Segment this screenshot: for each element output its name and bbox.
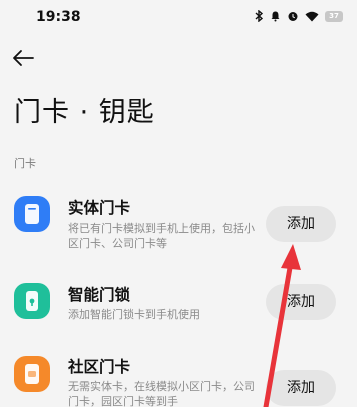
list-item-community-card[interactable]: 社区门卡 无需实体卡，在线模拟小区门卡，公司门卡，园区门卡等到手 添加 (0, 352, 357, 407)
page-title: 门卡 · 钥匙 (14, 97, 155, 128)
section-label: 门卡 (14, 157, 36, 170)
wifi-icon (305, 11, 319, 22)
list-item-smart-lock[interactable]: 智能门锁 添加智能门锁卡到手机使用 添加 (0, 280, 357, 330)
card-icon (14, 196, 50, 232)
item-description: 无需实体卡，在线模拟小区门卡，公司门卡，园区门卡等到手 (68, 380, 255, 407)
mute-icon (270, 10, 281, 22)
add-button[interactable]: 添加 (266, 206, 336, 242)
status-bar: 19:38 37 (0, 0, 357, 34)
status-time: 19:38 (36, 9, 81, 25)
add-button[interactable]: 添加 (266, 370, 336, 406)
battery-icon: 37 (325, 10, 343, 22)
status-icons: 37 (255, 10, 343, 22)
door-card-key-screen: 19:38 37 门卡 · 钥匙 门卡 实体门卡 将已有门卡模拟到手机上使用，包… (0, 0, 357, 407)
item-description: 添加智能门锁卡到手机使用 (68, 308, 200, 321)
community-card-icon (14, 356, 50, 392)
back-arrow-icon[interactable] (10, 44, 38, 72)
list-item-physical-card[interactable]: 实体门卡 将已有门卡模拟到手机上使用，包括小区门卡、公司门卡等 添加 (0, 190, 357, 260)
item-title: 社区门卡 (68, 358, 131, 376)
bluetooth-icon (255, 10, 264, 22)
add-button[interactable]: 添加 (266, 284, 336, 320)
item-description: 将已有门卡模拟到手机上使用，包括小区门卡、公司门卡等 (68, 222, 255, 250)
item-title: 实体门卡 (68, 199, 131, 217)
smart-lock-icon (14, 283, 50, 319)
alarm-icon (287, 10, 299, 22)
item-title: 智能门锁 (68, 286, 131, 304)
